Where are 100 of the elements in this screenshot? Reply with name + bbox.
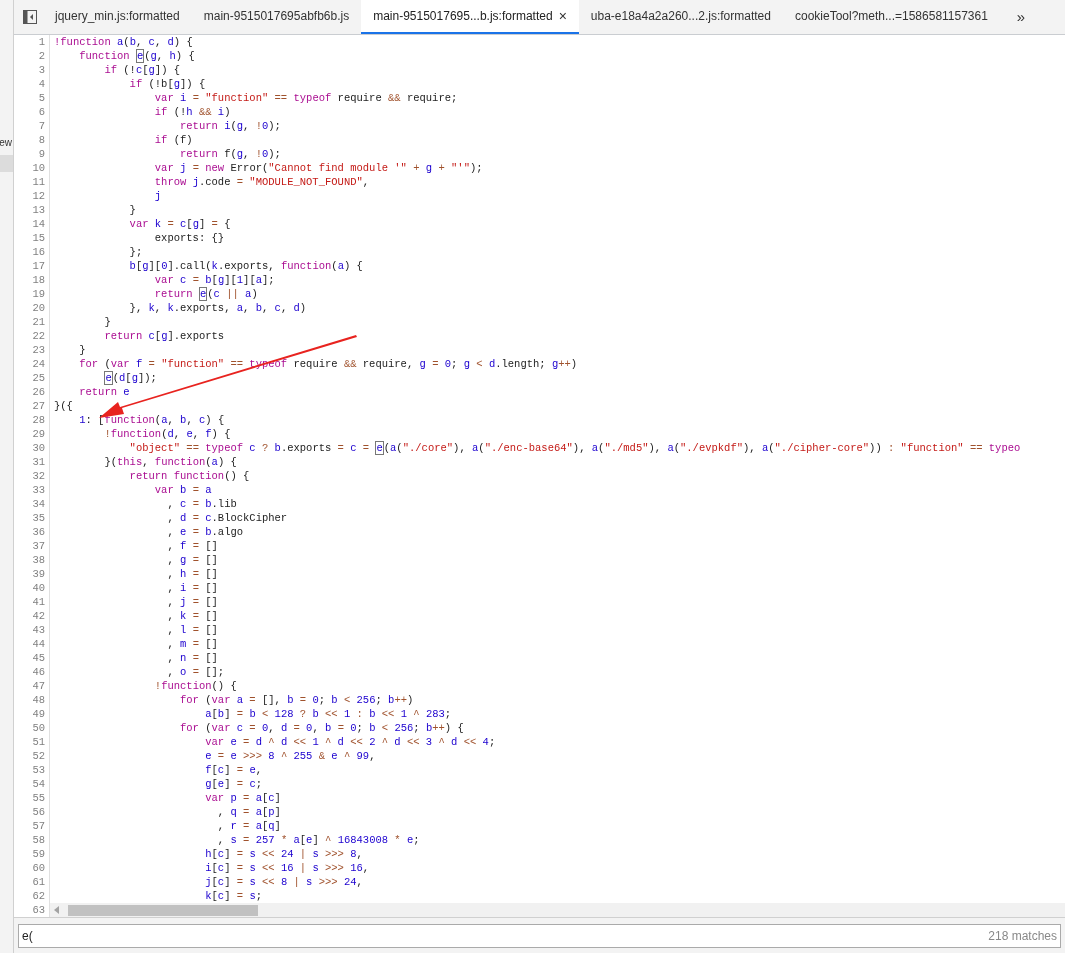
code-line: return f(g, !0); [179,147,281,161]
search-field[interactable]: e( 218 matches [18,923,1061,948]
line-number: 13 [32,203,45,217]
panel-label: ew [0,136,13,150]
code-line: return e [78,385,130,399]
line-number: 45 [32,651,45,665]
code-line: e = e >>> 8 ^ 255 & e ^ 99, [204,749,376,763]
line-number: 19 [32,287,45,301]
code-line: var e = d ^ d << 1 ^ d << 2 ^ d << 3 ^ d << 4; [204,735,496,749]
line-number: 3 [38,63,45,77]
code-line: return i(g, !0); [179,119,281,133]
line-number: 15 [32,231,45,245]
line-number: 59 [32,847,45,861]
line-number: 57 [32,819,45,833]
line-number: 17 [32,259,45,273]
code-line: if (!b[g]) { [128,77,206,91]
line-number: 27 [32,399,45,413]
code-line: f[c] = e, [204,763,262,777]
code-line: , e = b.algo [166,525,244,539]
line-number: 33 [32,483,45,497]
line-number: 5 [38,91,45,105]
code-line: , q = a[p] [216,805,281,819]
code-line: e(d[g]); [103,371,157,385]
line-number: 63 [32,903,45,917]
line-number: 7 [38,119,45,133]
code-line: j[c] = s << 8 | s >>> 24, [204,875,363,889]
code-line: , o = []; [166,665,225,679]
code-line: , j = [] [166,595,218,609]
code-line: } [128,203,136,217]
code-line: , s = 257 * a[e] ^ 16843008 * e; [216,833,420,847]
code-line: "object" == typeof c ? b.exports = c = e(a("./core"), a("./enc-base64"), a("./md5"), a("./evpkdf"), a("./cipher-core")) : "function" == typeo [128,441,1021,455]
scrollbar-thumb[interactable] [68,904,258,916]
code-line: 1: [function(a, b, c) { [78,413,225,427]
line-number: 1 [38,35,45,49]
code-line: }(this, function(a) { [103,455,237,469]
code-line: } [78,343,86,357]
code-line: , h = [] [166,567,218,581]
code-line: , r = a[q] [216,819,281,833]
code-line: return e(c || a) [153,287,258,301]
close-icon[interactable]: × [558,9,567,23]
code-line: g[e] = c; [204,777,262,791]
line-number: 38 [32,553,45,567]
code-line: if (!c[g]) { [103,63,181,77]
line-number: 25 [32,371,45,385]
line-number: 30 [32,441,45,455]
code-line: , f = [] [166,539,218,553]
file-tab[interactable]: cookieTool?meth...=1586581157361 [782,0,1000,34]
line-number: 43 [32,623,45,637]
file-tab[interactable]: main-9515017695abfb6b.js [191,0,362,34]
line-number: 20 [32,301,45,315]
line-number: 47 [32,679,45,693]
line-number: 24 [32,357,45,371]
code-line: }({ [54,399,73,413]
code-line: , k = [] [166,609,218,623]
line-number: 54 [32,777,45,791]
code-line: return c[g].exports [103,329,225,343]
line-number: 51 [32,735,45,749]
code-line: var c = b[g][1][a]; [153,273,275,287]
tabs-overflow-button[interactable]: » [1016,0,1025,34]
line-number: 46 [32,665,45,679]
code-line: , c = b.lib [166,497,237,511]
file-tab[interactable]: uba-e18a4a2a260...2.js:formatted [578,0,783,34]
line-number: 49 [32,707,45,721]
code-line: b[g][0].call(k.exports, function(a) { [128,259,363,273]
line-number: 21 [32,315,45,329]
file-tab[interactable]: jquery_min.js:formatted [43,0,192,34]
line-number: 52 [32,749,45,763]
code-line: i[c] = s << 16 | s >>> 16, [204,861,370,875]
line-number: 8 [38,133,45,147]
line-number: 10 [32,161,45,175]
line-number: 37 [32,539,45,553]
scroll-left-arrow-icon[interactable] [54,906,60,914]
line-number: 61 [32,875,45,889]
line-number: 41 [32,595,45,609]
line-number: 9 [38,147,45,161]
file-tab[interactable]: main-9515017695...b.js:formatted × [361,0,579,34]
line-number: 31 [32,455,45,469]
line-number: 50 [32,721,45,735]
code-line: , i = [] [166,581,218,595]
line-number: 44 [32,637,45,651]
line-number: 56 [32,805,45,819]
line-number: 28 [32,413,45,427]
code-line: } [103,315,111,329]
code-line: var p = a[c] [204,791,281,805]
horizontal-scrollbar[interactable] [50,903,1065,917]
selected-row[interactable] [0,155,13,172]
line-number: 55 [32,791,45,805]
line-number: 35 [32,511,45,525]
code-line: , g = [] [166,553,218,567]
code-line: !function() { [153,679,237,693]
line-number: 40 [32,581,45,595]
code-line: j [153,189,162,203]
match-count: 218 matches [988,927,1057,945]
line-number: 34 [32,497,45,511]
line-number: 53 [32,763,45,777]
line-number: 2 [38,49,45,63]
sidebar-toggle-icon[interactable] [23,10,37,24]
line-number: 11 [32,175,45,189]
code-line: var i = "function" == typeof require && require; [153,91,458,105]
code-line: for (var c = 0, d = 0, b = 0; b < 256; b++) { [179,721,464,735]
